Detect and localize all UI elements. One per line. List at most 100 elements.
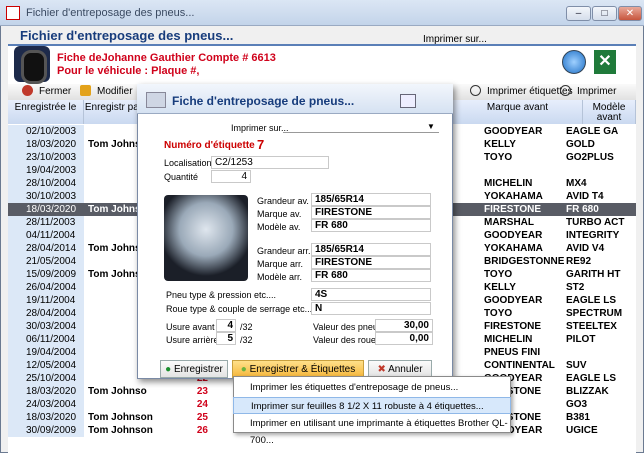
created-cell: 28/04/2014 (8, 242, 84, 255)
brand-cell: CONTINENTAL (484, 360, 555, 371)
wear-front-label: Usure avant (166, 322, 215, 332)
check-icon: ● (240, 364, 250, 375)
brand-cell: KELLY (484, 282, 516, 293)
created-cell: 06/11/2004 (8, 333, 84, 346)
tire-type-field[interactable]: 4S (311, 288, 431, 301)
created-cell: 19/04/2003 (8, 164, 84, 177)
number-cell: 25 (196, 412, 208, 423)
check-icon: ● (165, 364, 174, 375)
model-cell: EAGLE GA (566, 126, 619, 137)
model-cell: RE92 (566, 256, 592, 267)
label-number-caption: Numéro d'étiquette (164, 140, 255, 151)
rear-size-label: Grandeur arr. (257, 246, 311, 256)
vehicle-line: Pour le véhicule : Plaque #, (57, 65, 200, 77)
edit-icon (80, 85, 91, 96)
tire-value-label: Valeur des pneus (313, 322, 383, 332)
model-cell: GARITH HT (566, 269, 621, 280)
model-cell: UGICE (566, 425, 598, 436)
front-model-label: Modèle av. (257, 222, 301, 232)
front-brand-label: Marque av. (257, 209, 302, 219)
front-model-field[interactable]: FR 680 (311, 219, 431, 232)
stop-icon (22, 85, 33, 96)
model-cell: GOLD (566, 139, 595, 150)
brand-cell: PNEUS FINI (484, 347, 541, 358)
minimize-button[interactable]: – (566, 6, 591, 21)
quantity-label: Quantité (164, 172, 199, 182)
rear-size-field[interactable]: 185/65R14 (311, 243, 431, 256)
dialog-print-icon[interactable] (400, 94, 416, 108)
menu-item-print-sheets[interactable]: Imprimer sur feuilles 8 1/2 X 11 robuste… (233, 397, 511, 414)
close-button[interactable]: ✕ (618, 6, 642, 21)
brand-cell: MICHELIN (484, 178, 533, 189)
wear-rear-label: Usure arrière (166, 335, 219, 345)
column-header-by[interactable]: Enregistr par (84, 100, 144, 124)
created-cell: 28/04/2004 (8, 307, 84, 320)
model-cell: TURBO ACT (566, 217, 625, 228)
model-cell: B381 (566, 412, 590, 423)
wear-rear-field[interactable]: 5 (216, 332, 236, 345)
column-header-brand[interactable]: Marque avant (453, 100, 583, 124)
created-cell: 23/10/2003 (8, 151, 84, 164)
created-cell: 12/05/2004 (8, 359, 84, 372)
chevron-down-icon[interactable]: ▼ (427, 122, 435, 131)
created-cell: 21/05/2004 (8, 255, 84, 268)
maximize-button[interactable]: □ (592, 6, 617, 21)
app-icon (6, 6, 20, 20)
brand-cell: MICHELIN (484, 334, 533, 345)
column-header-created[interactable]: Enregistrée le (8, 100, 84, 124)
label-number: 7 (257, 137, 265, 152)
column-header-model[interactable]: Modèle avant (583, 100, 636, 124)
brand-cell: TOYO (484, 308, 513, 319)
model-cell: AVID V4 (566, 243, 605, 254)
front-brand-field[interactable]: FIRESTONE (311, 206, 431, 219)
dialog-printer-select[interactable] (283, 122, 439, 133)
brand-cell: TOYO (484, 269, 513, 280)
wear-front-field[interactable]: 4 (216, 319, 236, 332)
tire-type-label: Pneu type & pression etc.... (166, 290, 277, 300)
refresh-icon[interactable] (562, 50, 586, 74)
number-cell: 24 (196, 399, 208, 410)
brand-cell: FIRESTONE (484, 204, 542, 215)
tire-value-field[interactable]: 30,00 (375, 319, 433, 332)
by-cell: Tom Johnson (88, 425, 153, 436)
model-cell: INTEGRITY (566, 230, 620, 241)
model-cell: SUV (566, 360, 587, 371)
page-title: Fichier d'entreposage des pneus... (20, 28, 234, 43)
window-title: Fichier d'entreposage des pneus... (26, 7, 195, 19)
model-cell: MX4 (566, 178, 587, 189)
brand-cell: GOODYEAR (484, 295, 543, 306)
wear-front-unit: /32 (240, 322, 253, 332)
menu-item-print-storage-labels[interactable]: Imprimer les étiquettes d'entreposage de… (233, 379, 511, 396)
menu-item-print-brother[interactable]: Imprimer en utilisant une imprimante à é… (233, 415, 511, 446)
model-cell: AVID T4 (566, 191, 604, 202)
rear-model-field[interactable]: FR 680 (311, 269, 431, 282)
quantity-field[interactable]: 4 (211, 170, 251, 183)
number-cell: 23 (196, 386, 208, 397)
brand-cell: GOODYEAR (484, 230, 543, 241)
excel-export-icon[interactable]: ✕ (594, 50, 616, 74)
wheel-value-label: Valeur des roues (313, 335, 381, 345)
model-cell: PILOT (566, 334, 596, 345)
created-cell: 19/11/2004 (8, 294, 84, 307)
dialog-title: Fiche d'entreposage de pneus... (172, 94, 355, 108)
wear-rear-unit: /32 (240, 335, 253, 345)
rear-brand-field[interactable]: FIRESTONE (311, 256, 431, 269)
brand-cell: YOKAHAMA (484, 191, 543, 202)
model-cell: SPECTRUM (566, 308, 623, 319)
front-size-field[interactable]: 185/65R14 (311, 193, 431, 206)
wheel-value-field[interactable]: 0,00 (375, 332, 433, 345)
header-band (8, 44, 636, 84)
created-cell: 18/03/2020 (8, 385, 84, 398)
print-labels-button[interactable]: Imprimer étiquettes (470, 84, 573, 100)
tire-logo-icon (14, 46, 50, 84)
save-button[interactable]: ● Enregistrer (160, 360, 228, 378)
location-field[interactable]: C2/1253 (211, 156, 329, 169)
edit-button[interactable]: Modifier (80, 84, 133, 100)
print-button[interactable]: Imprimer (560, 84, 616, 100)
by-cell: Tom Johnson (88, 412, 153, 423)
created-cell: 24/03/2004 (8, 398, 84, 411)
model-cell: EAGLE LS (566, 373, 617, 384)
wheel-type-field[interactable]: N (311, 302, 431, 315)
created-cell: 30/10/2003 (8, 190, 84, 203)
close-record-button[interactable]: Fermer (22, 84, 71, 100)
